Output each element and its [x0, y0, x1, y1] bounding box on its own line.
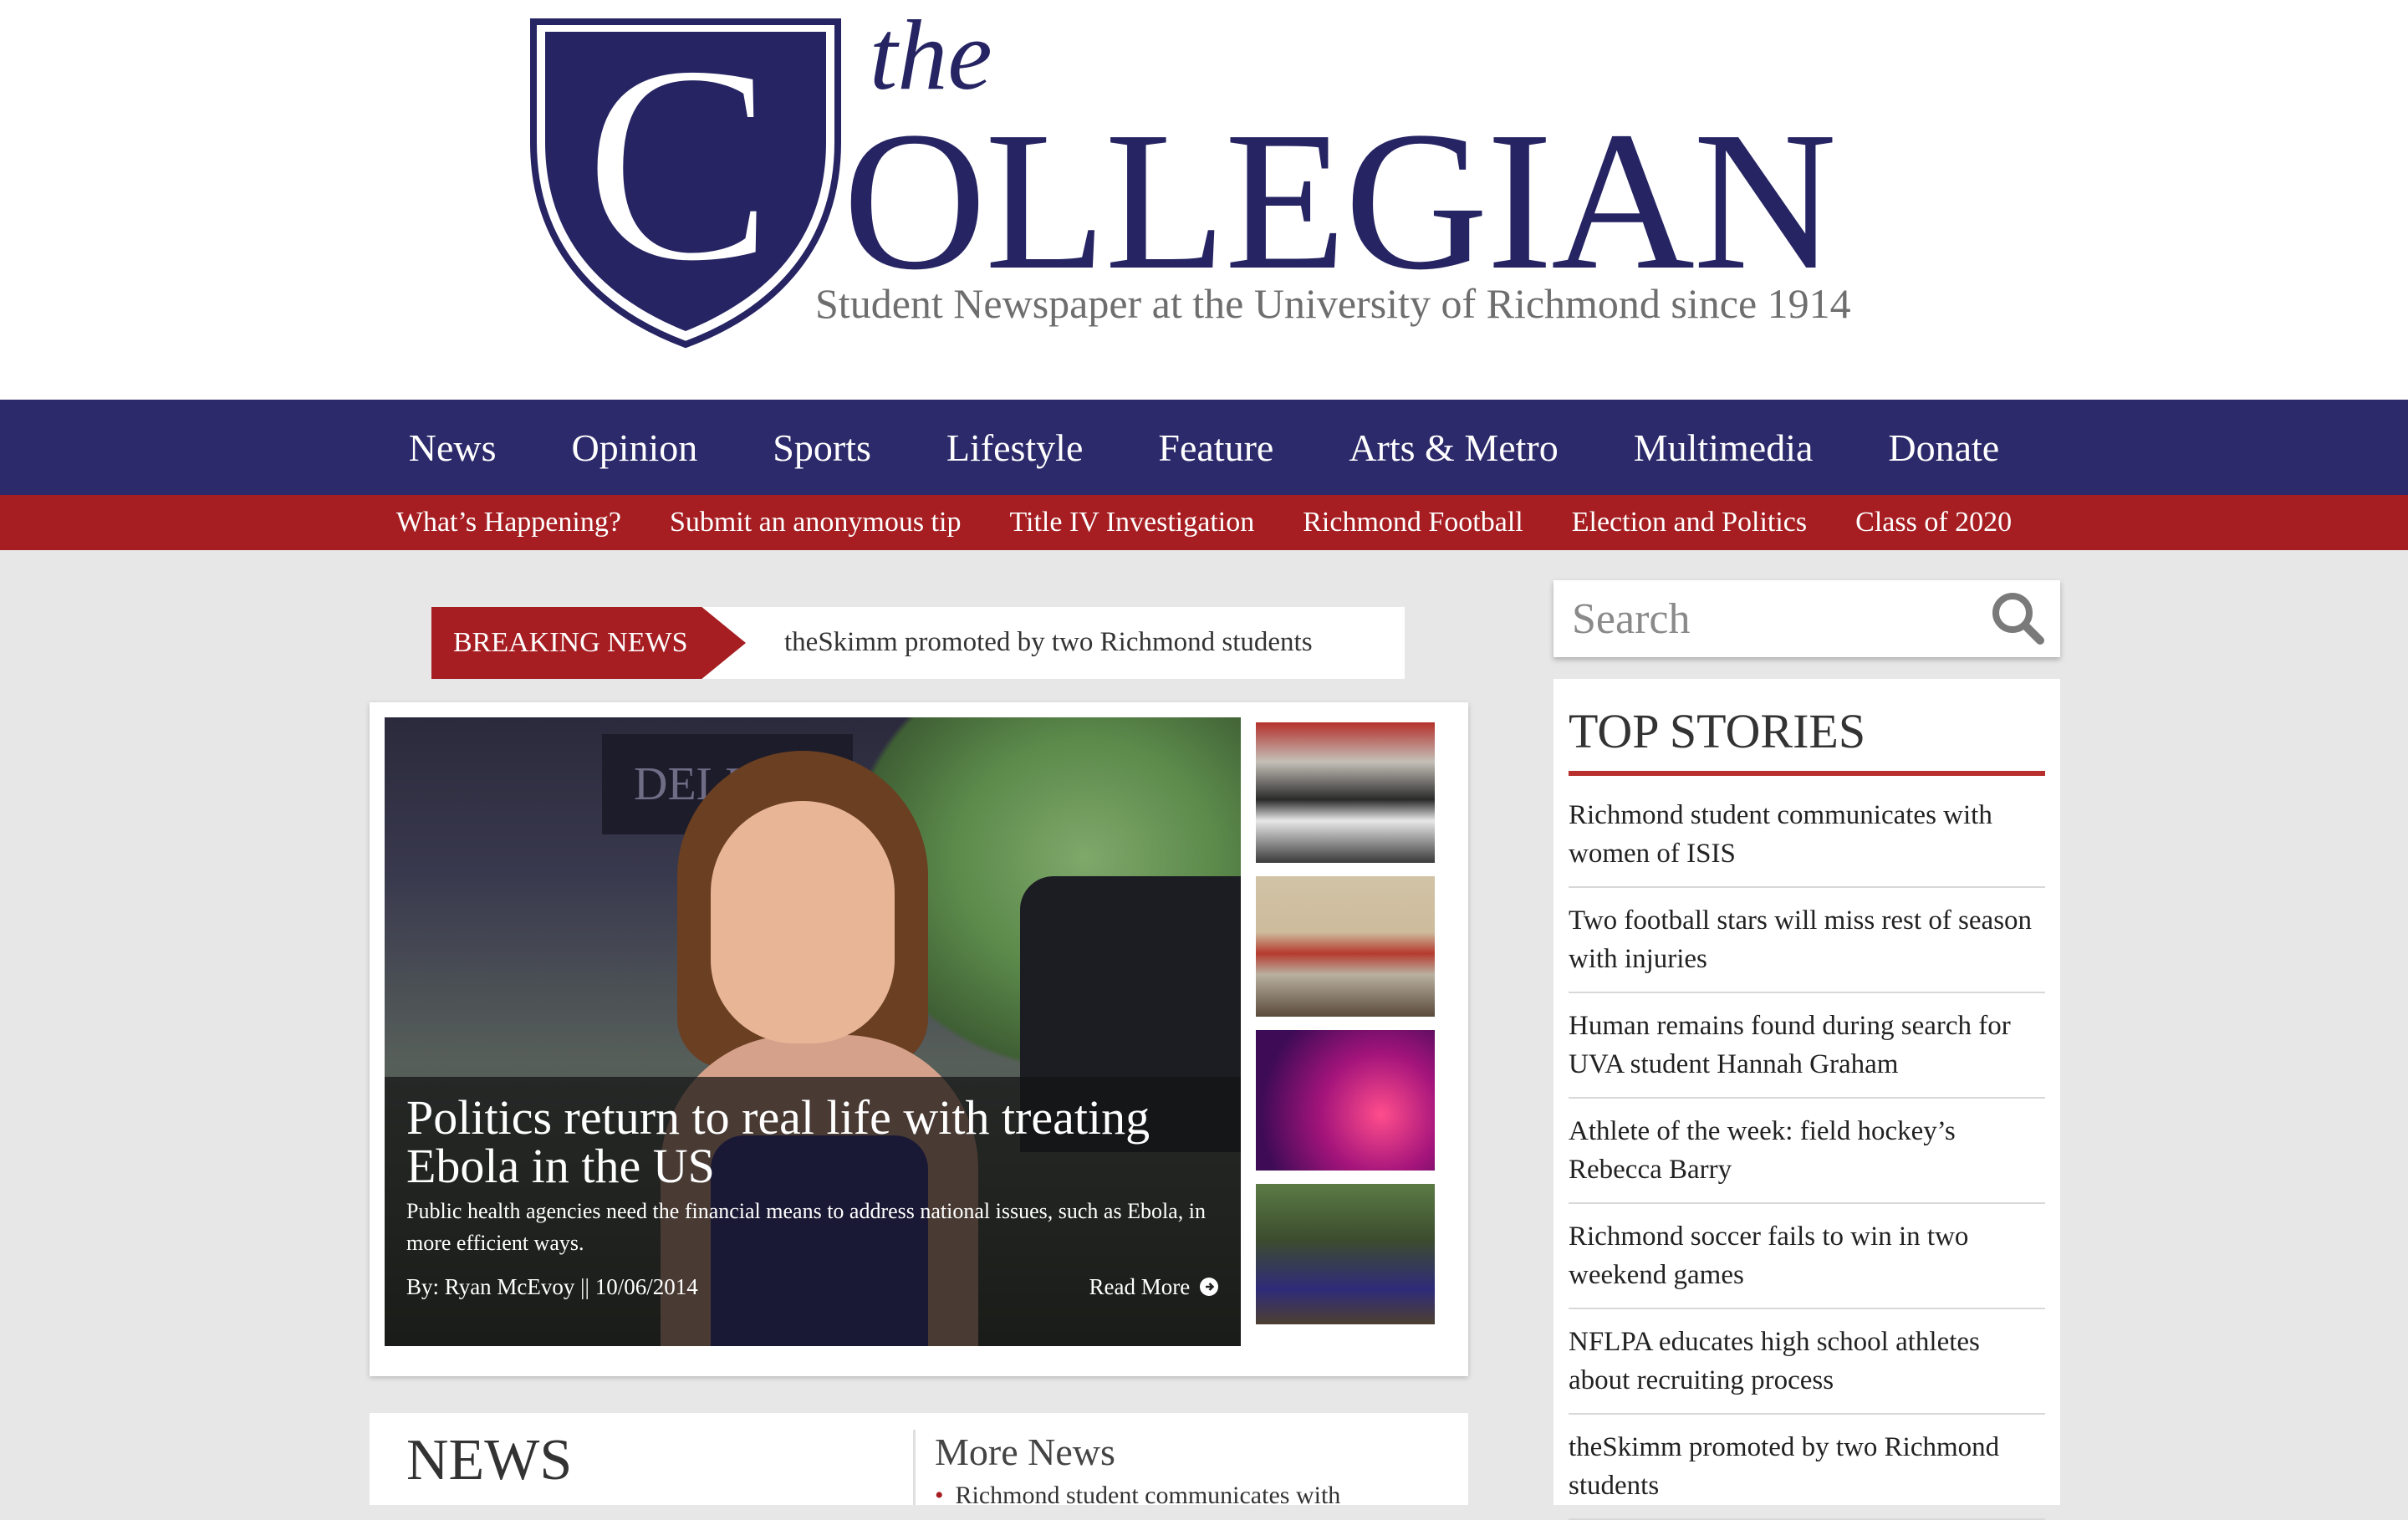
search-icon[interactable]: [1988, 589, 2047, 647]
nav-sports[interactable]: Sports: [735, 426, 909, 470]
logo-initial: C: [584, 17, 774, 321]
hero-person-face: [711, 801, 895, 1043]
breaking-news-label: BREAKING NEWS: [431, 607, 746, 679]
top-story-item[interactable]: Human remains found during search for UV…: [1569, 993, 2045, 1099]
top-stories-heading: TOP STORIES: [1569, 704, 1866, 758]
site-header: C the OLLEGIAN Student Newspaper at the …: [0, 0, 2408, 400]
top-story-item[interactable]: Richmond soccer fails to win in two week…: [1569, 1204, 2045, 1309]
nav-lifestyle[interactable]: Lifestyle: [909, 426, 1121, 470]
top-story-item[interactable]: Athlete of the week: field hockey’s Rebe…: [1569, 1099, 2045, 1204]
top-story-item[interactable]: NFLPA educates high school athletes abou…: [1569, 1309, 2045, 1415]
logo-the-text: the: [870, 0, 992, 110]
nav-opinion[interactable]: Opinion: [534, 426, 736, 470]
subnav-class-2020[interactable]: Class of 2020: [1831, 507, 2036, 538]
top-story-item[interactable]: theSkimm promoted by two Richmond studen…: [1569, 1415, 2045, 1520]
arrow-circle-right-icon: [1200, 1278, 1218, 1296]
more-news-item-text: Richmond student communicates with: [955, 1482, 1341, 1509]
featured-summary: Public health agencies need the financia…: [406, 1199, 1206, 1255]
shield-logo-icon[interactable]: C: [528, 17, 843, 349]
breaking-news-headline[interactable]: theSkimm promoted by two Richmond studen…: [784, 627, 1313, 658]
news-divider: [913, 1430, 916, 1505]
sub-nav: What’s Happening? Submit an anonymous ti…: [0, 495, 2408, 550]
thumbnail-football-referees[interactable]: [1256, 722, 1435, 863]
nav-feature[interactable]: Feature: [1120, 426, 1311, 470]
top-stories-list: Richmond student communicates with women…: [1569, 783, 2045, 1520]
nav-multimedia[interactable]: Multimedia: [1596, 426, 1851, 470]
top-stories-panel: TOP STORIES Richmond student communicate…: [1553, 679, 2060, 1520]
subnav-title-iv[interactable]: Title IV Investigation: [985, 507, 1278, 538]
top-stories-rule: [1569, 771, 2045, 776]
featured-headline[interactable]: Politics return to real life with treati…: [406, 1094, 1209, 1191]
main-nav: News Opinion Sports Lifestyle Feature Ar…: [0, 400, 2408, 495]
top-story-item[interactable]: Two football stars will miss rest of sea…: [1569, 888, 2045, 993]
subnav-richmond-football[interactable]: Richmond Football: [1278, 507, 1548, 538]
thumbnail-concert-performer[interactable]: [1256, 1030, 1435, 1171]
bullet-icon: •: [935, 1482, 944, 1509]
news-section-heading[interactable]: NEWS: [406, 1431, 572, 1490]
subnav-whats-happening[interactable]: What’s Happening?: [372, 507, 645, 538]
read-more-link[interactable]: Read More: [1089, 1274, 1219, 1300]
logo-wordmark[interactable]: OLLEGIAN: [843, 102, 1837, 301]
subnav-election-politics[interactable]: Election and Politics: [1548, 507, 1831, 538]
nav-arts-metro[interactable]: Arts & Metro: [1311, 426, 1595, 470]
read-more-label: Read More: [1089, 1274, 1191, 1299]
search-input[interactable]: [1570, 589, 1975, 649]
top-story-item[interactable]: Richmond student communicates with women…: [1569, 783, 2045, 888]
site-tagline: Student Newspaper at the University of R…: [815, 280, 1851, 327]
featured-byline: By: Ryan McEvoy || 10/06/2014: [406, 1274, 698, 1299]
more-news-item[interactable]: • Richmond student communicates with: [935, 1482, 1340, 1510]
news-section: NEWS More News • Richmond student communi…: [370, 1413, 1468, 1509]
hero-image[interactable]: DELIRIO Politics return to real life wit…: [385, 717, 1241, 1346]
thumbnail-students-table[interactable]: [1256, 876, 1435, 1017]
nav-donate[interactable]: Donate: [1850, 426, 2037, 470]
nav-news[interactable]: News: [371, 426, 534, 470]
hero-caption-overlay: Politics return to real life with treati…: [385, 1077, 1241, 1346]
search-box: [1553, 580, 2060, 657]
breaking-news-label-text: BREAKING NEWS: [453, 627, 688, 658]
subnav-anonymous-tip[interactable]: Submit an anonymous tip: [645, 507, 986, 538]
breaking-news-bar: BREAKING NEWS theSkimm promoted by two R…: [431, 607, 1405, 679]
more-news-heading: More News: [935, 1431, 1115, 1473]
featured-story-box: DELIRIO Politics return to real life wit…: [370, 702, 1468, 1376]
thumbnail-smiling-student[interactable]: [1256, 1184, 1435, 1324]
